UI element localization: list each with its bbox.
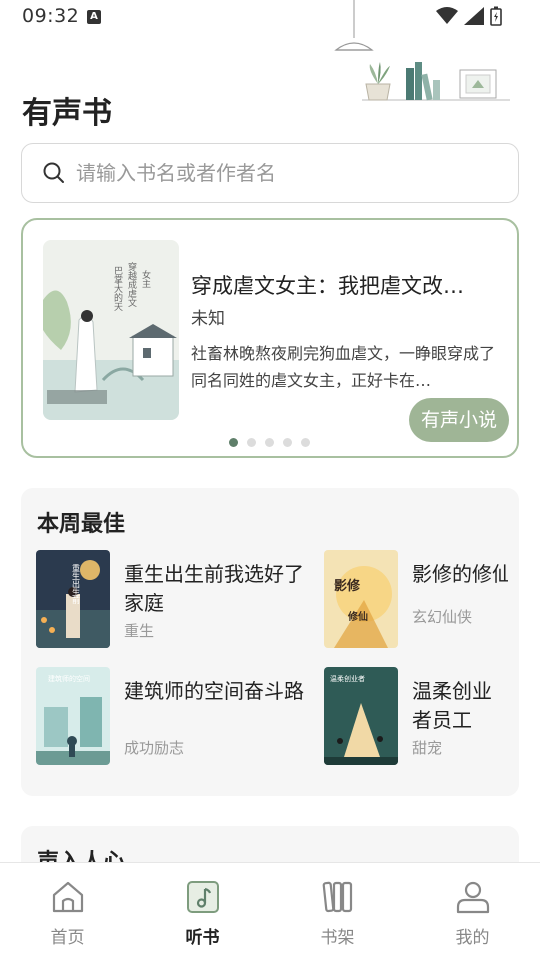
banner-title[interactable]: 穿成虐文女主：我把虐文改… [191, 270, 507, 300]
svg-text:温柔创业者: 温柔创业者 [330, 674, 365, 683]
header-decoration [334, 0, 510, 101]
book-cover-image[interactable]: 建筑师的空间 [36, 667, 110, 765]
search-icon [43, 162, 64, 183]
book-item[interactable]: 建筑师的空间 建筑师的空间奋斗路 成功励志 [36, 667, 304, 767]
book-genre: 成功励志 [124, 739, 185, 757]
user-icon [456, 881, 489, 914]
book-cover-image[interactable]: 温柔创业者 [324, 667, 398, 765]
nav-bookshelf[interactable]: 书架 [270, 863, 405, 960]
svg-text:修仙: 修仙 [347, 610, 368, 623]
book-item[interactable]: 温柔创业者 温柔创业者员工 甜宠 [324, 667, 540, 767]
banner-cover-image[interactable]: 巴掌大的天 穿越成虐文 女主 [43, 240, 179, 420]
nav-label: 首页 [50, 928, 85, 948]
nav-label: 我的 [455, 928, 490, 948]
nav-profile[interactable]: 我的 [405, 863, 540, 960]
book-cover-image[interactable]: 影修 修仙 [324, 550, 398, 648]
book-item[interactable]: 重生出生前 重生出生前我选好了家庭 重生 [36, 550, 304, 650]
search-bar[interactable] [21, 143, 519, 203]
book-title[interactable]: 重生出生前我选好了家庭 [124, 560, 304, 618]
search-input[interactable] [76, 161, 496, 185]
banner-description: 社畜林晚熬夜刷完狗血虐文，一睁眼穿成了同名同姓的虐文女主，正好卡在… [191, 344, 496, 390]
book-genre: 甜宠 [412, 739, 443, 757]
book-title[interactable]: 建筑师的空间奋斗路 [124, 677, 304, 706]
book-title[interactable]: 温柔创业者员工 [412, 677, 508, 735]
page-title: 有声书 [22, 96, 112, 131]
notification-icon: A [87, 10, 101, 24]
status-time: 09:32 [22, 5, 80, 27]
carousel-dot[interactable] [283, 438, 292, 447]
svg-text:穿越成虐文: 穿越成虐文 [126, 261, 137, 308]
banner-author: 未知 [191, 309, 225, 329]
nav-home[interactable]: 首页 [0, 863, 135, 960]
section-title: 本周最佳 [37, 512, 126, 537]
music-note-icon [186, 881, 219, 913]
bottom-nav: 首页 听书 书架 我的 [0, 862, 540, 960]
bookshelf-icon [322, 881, 352, 913]
svg-text:影修: 影修 [334, 578, 361, 594]
carousel-dot[interactable] [247, 438, 256, 447]
weekly-best-section: 本周最佳 重生出生前 重生出生前我选好了家庭 重生 影修 修仙 影修的修仙 玄幻… [21, 488, 519, 796]
nav-label: 书架 [320, 928, 355, 948]
home-icon [52, 881, 83, 913]
svg-text:建筑师的空间: 建筑师的空间 [48, 674, 90, 683]
book-title[interactable]: 影修的修仙 [412, 560, 508, 589]
svg-text:巴掌大的天: 巴掌大的天 [112, 266, 123, 312]
book-item[interactable]: 影修 修仙 影修的修仙 玄幻仙侠 [324, 550, 540, 650]
carousel-dot[interactable] [265, 438, 274, 447]
nav-audiobooks[interactable]: 听书 [135, 863, 270, 960]
featured-banner[interactable]: 巴掌大的天 穿越成虐文 女主 穿成虐文女主：我把虐文改… 未知 社畜林晚熬夜刷完… [21, 218, 519, 458]
book-cover-image[interactable]: 重生出生前 [36, 550, 110, 648]
svg-text:重生出生前: 重生出生前 [72, 563, 81, 605]
carousel-dot[interactable] [229, 438, 238, 447]
book-genre: 重生 [124, 622, 155, 640]
banner-category-tag[interactable]: 有声小说 [408, 398, 509, 442]
carousel-dot[interactable] [301, 438, 310, 447]
book-genre: 玄幻仙侠 [412, 608, 473, 626]
nav-label: 听书 [185, 928, 220, 948]
carousel-dots [229, 438, 310, 447]
svg-text:女主: 女主 [140, 269, 151, 288]
